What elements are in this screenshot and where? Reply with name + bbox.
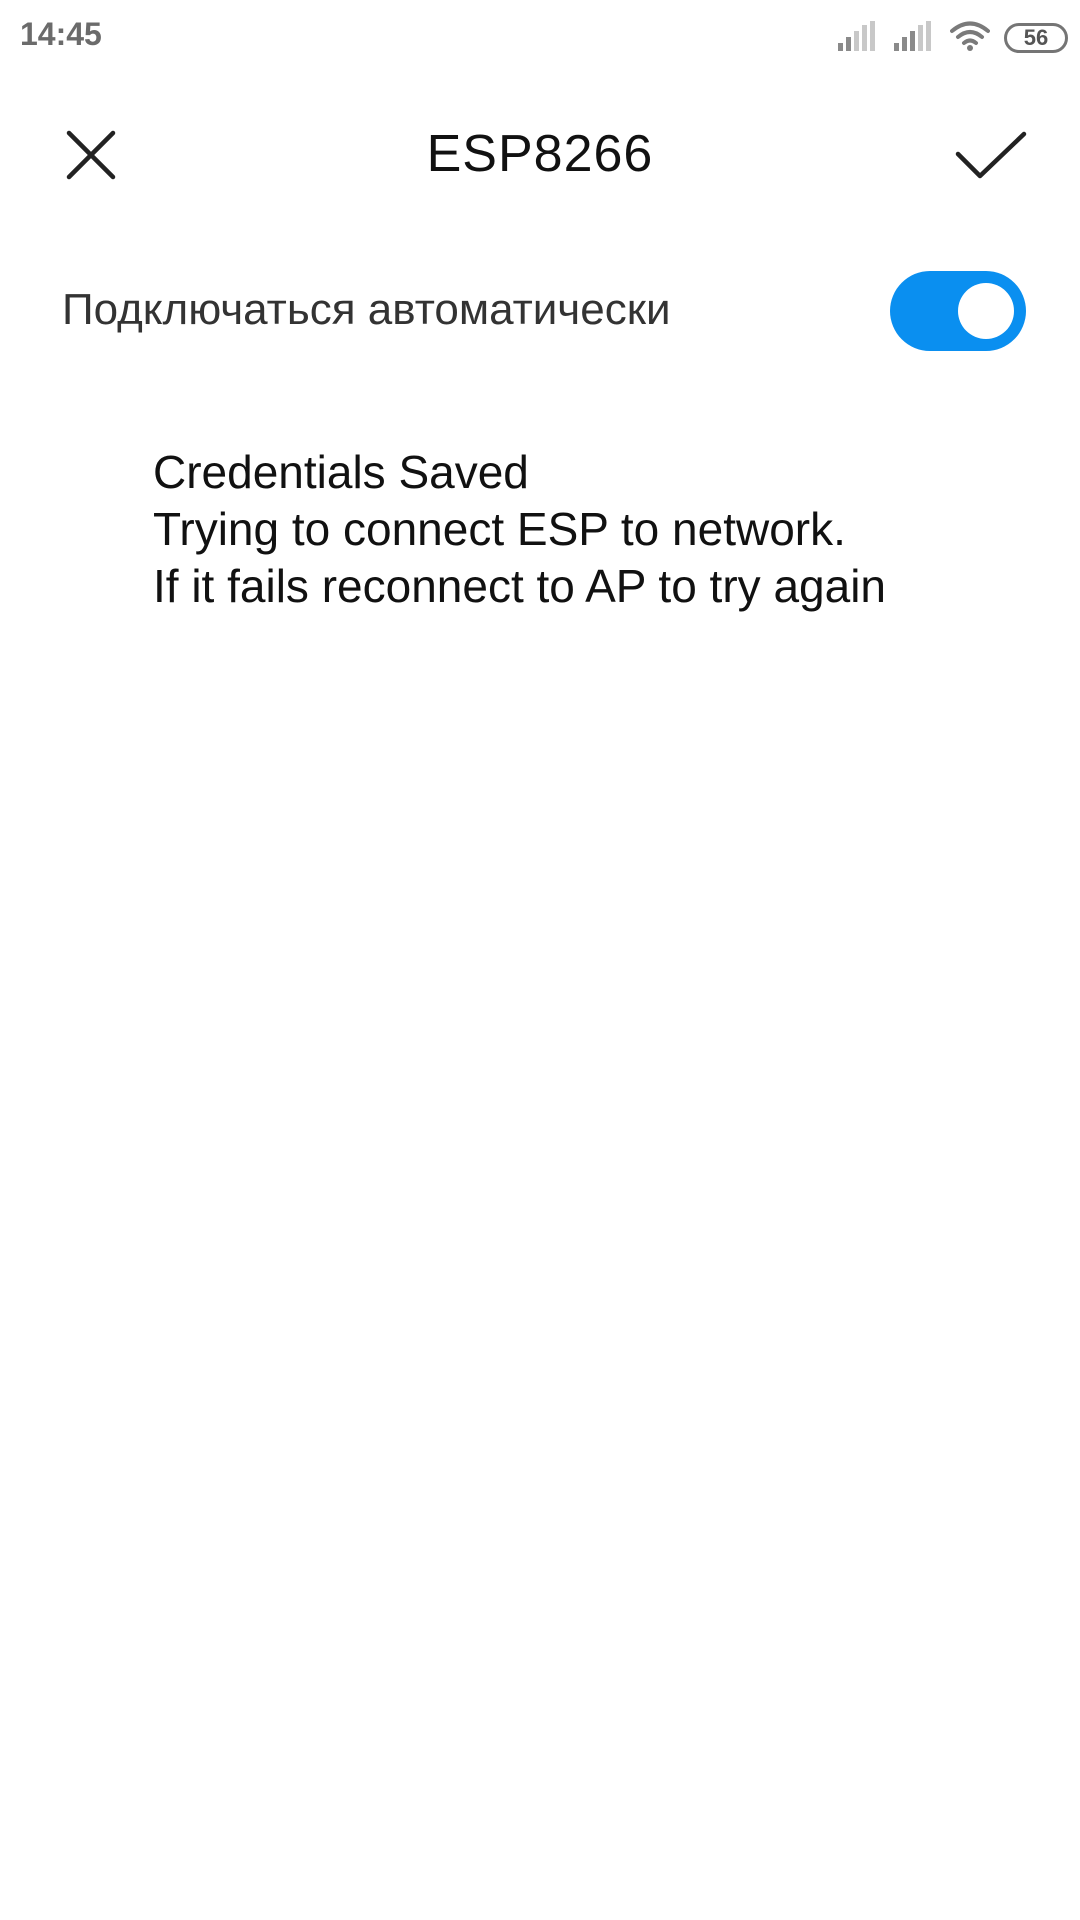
check-icon	[955, 131, 1027, 179]
page-title: ESP8266	[426, 125, 654, 183]
toggle-knob	[958, 283, 1014, 339]
message-line: Credentials Saved	[153, 446, 529, 498]
status-message: Credentials Saved Trying to connect ESP …	[153, 444, 886, 615]
wifi-network-screen: 14:45 56 ESP8266 Подключаться автоматиче…	[0, 0, 1080, 1920]
message-line: If it fails reconnect to AP to try again	[153, 560, 886, 612]
wifi-icon	[950, 20, 990, 57]
status-time: 14:45	[20, 16, 102, 52]
battery-icon: 56	[1004, 23, 1068, 53]
signal-icon	[838, 20, 878, 56]
battery-level: 56	[1023, 25, 1049, 50]
signal-icon	[894, 20, 934, 56]
confirm-button[interactable]	[950, 120, 1030, 190]
status-icons: 56	[838, 18, 1068, 58]
title-bar: ESP8266	[0, 100, 1080, 210]
message-line: Trying to connect ESP to network.	[153, 503, 846, 555]
auto-connect-row[interactable]: Подключаться автоматически	[62, 265, 1026, 355]
auto-connect-label: Подключаться автоматически	[62, 285, 671, 334]
status-bar: 14:45 56	[0, 0, 1080, 76]
auto-connect-toggle[interactable]	[890, 271, 1026, 351]
